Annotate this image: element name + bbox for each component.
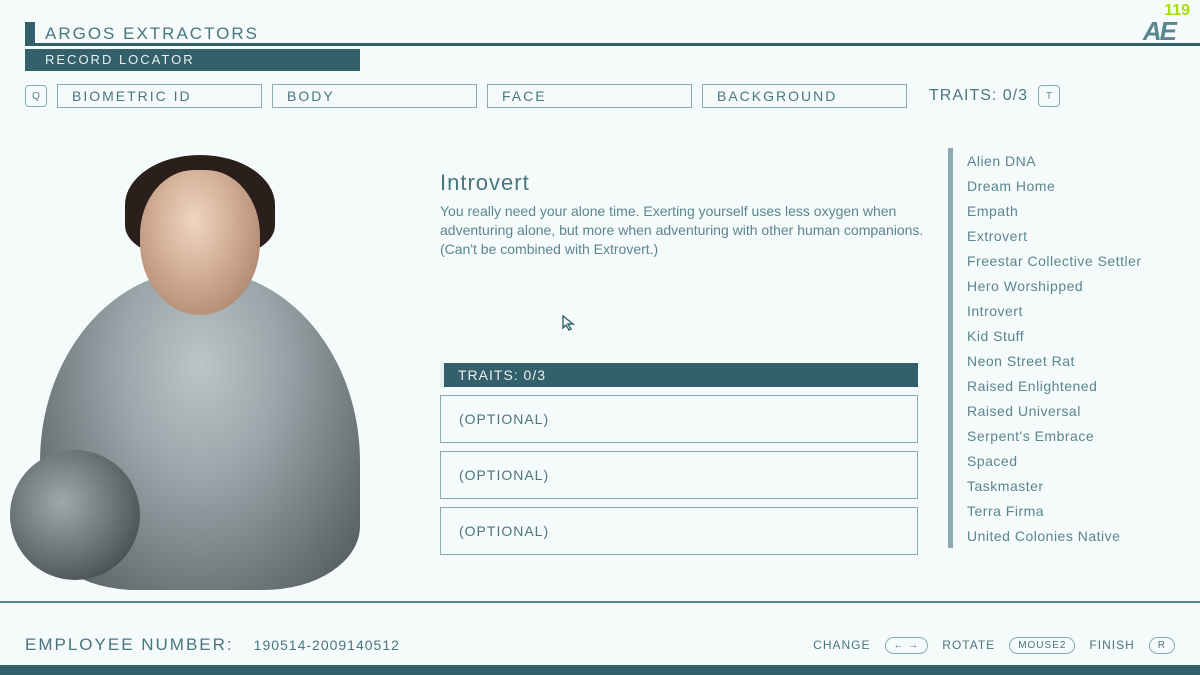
rotate-key[interactable]: MOUSE2 (1009, 637, 1075, 654)
cursor-icon (562, 315, 576, 336)
traits-count-label: TRAITS: 0/3 (929, 87, 1028, 105)
trait-option[interactable]: Freestar Collective Settler (967, 248, 1168, 273)
trait-option[interactable]: Spaced (967, 448, 1168, 473)
change-keys[interactable]: ← → (885, 637, 929, 654)
footer-controls: CHANGE ← → ROTATE MOUSE2 FINISH R (813, 637, 1175, 654)
trait-slot-1[interactable]: (OPTIONAL) (440, 395, 918, 443)
trait-option[interactable]: Kid Stuff (967, 323, 1168, 348)
header-title: ARGOS EXTRACTORS (45, 24, 259, 44)
trait-option[interactable]: Hero Worshipped (967, 273, 1168, 298)
header-bar: ARGOS EXTRACTORS (25, 22, 1200, 46)
next-tab-key[interactable]: T (1038, 85, 1060, 107)
trait-slot-3[interactable]: (OPTIONAL) (440, 507, 918, 555)
prev-tab-key[interactable]: Q (25, 85, 47, 107)
trait-option[interactable]: Raised Enlightened (967, 373, 1168, 398)
tabs-row: Q BIOMETRIC ID BODY FACE BACKGROUND TRAI… (25, 84, 1175, 108)
finish-label: FINISH (1089, 638, 1134, 652)
character-helmet (10, 450, 140, 580)
selected-traits-header: TRAITS: 0/3 (440, 363, 918, 387)
rotate-label: ROTATE (942, 638, 995, 652)
trait-option[interactable]: Extrovert (967, 223, 1168, 248)
selected-traits-panel: TRAITS: 0/3 (OPTIONAL) (OPTIONAL) (OPTIO… (440, 363, 918, 555)
tab-face[interactable]: FACE (487, 84, 692, 108)
tab-background[interactable]: BACKGROUND (702, 84, 907, 108)
trait-option[interactable]: Empath (967, 198, 1168, 223)
character-preview[interactable] (10, 150, 390, 590)
trait-option[interactable]: Neon Street Rat (967, 348, 1168, 373)
footer: EMPLOYEE NUMBER: 190514-2009140512 CHANG… (25, 635, 1175, 655)
sub-header: RECORD LOCATOR (25, 49, 360, 71)
character-head (140, 170, 260, 315)
employee-number-value: 190514-2009140512 (254, 637, 400, 653)
change-label: CHANGE (813, 638, 870, 652)
tab-biometric-id[interactable]: BIOMETRIC ID (57, 84, 262, 108)
trait-detail-description: You really need your alone time. Exertin… (440, 202, 930, 259)
employee-number-label: EMPLOYEE NUMBER: (25, 635, 234, 655)
tab-body[interactable]: BODY (272, 84, 477, 108)
bottom-strip (0, 665, 1200, 675)
trait-option[interactable]: Alien DNA (967, 148, 1168, 173)
company-logo: AE (1143, 16, 1175, 47)
trait-option[interactable]: Serpent's Embrace (967, 423, 1168, 448)
header-accent (25, 22, 35, 46)
trait-option[interactable]: United Colonies Native (967, 523, 1168, 548)
trait-slot-2[interactable]: (OPTIONAL) (440, 451, 918, 499)
trait-detail-title: Introvert (440, 170, 530, 196)
footer-divider (0, 601, 1200, 603)
trait-option[interactable]: Terra Firma (967, 498, 1168, 523)
trait-option[interactable]: Raised Universal (967, 398, 1168, 423)
traits-list[interactable]: Alien DNA Dream Home Empath Extrovert Fr… (948, 148, 1168, 548)
finish-key[interactable]: R (1149, 637, 1175, 654)
trait-option[interactable]: Taskmaster (967, 473, 1168, 498)
trait-option[interactable]: Introvert (967, 298, 1168, 323)
trait-option[interactable]: Dream Home (967, 173, 1168, 198)
